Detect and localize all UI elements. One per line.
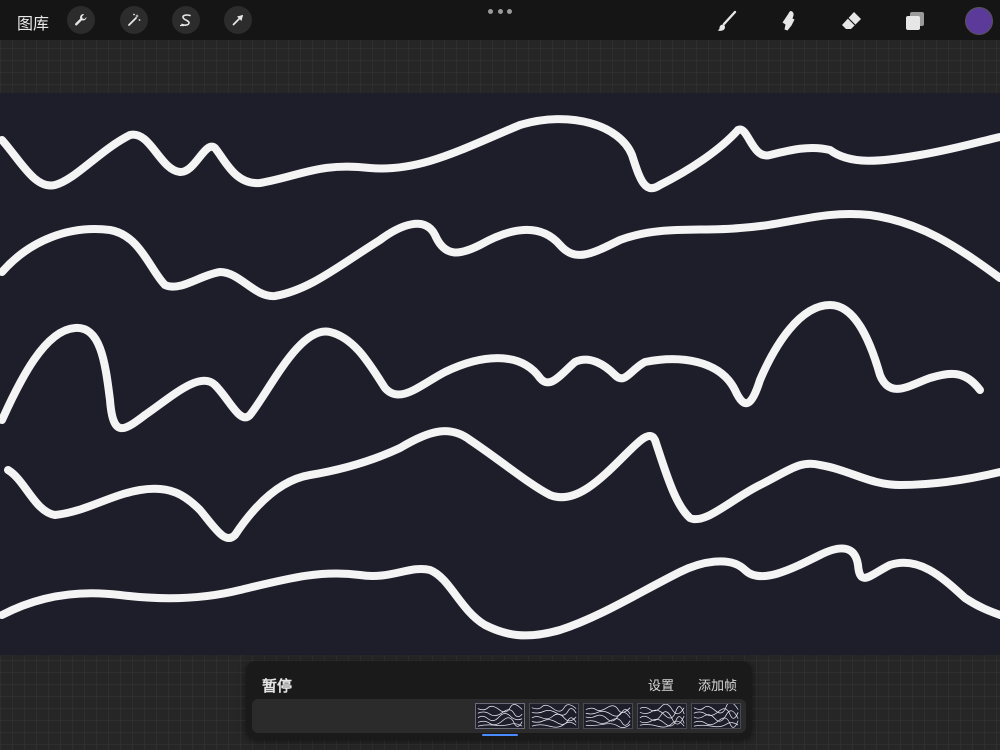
- current-frame-indicator: [482, 734, 518, 736]
- color-picker-button[interactable]: [965, 7, 993, 35]
- frame-thumbnail[interactable]: [637, 703, 687, 729]
- add-frame-button[interactable]: 添加帧: [698, 675, 737, 694]
- wavy-stroke: [0, 210, 1000, 301]
- wavy-stroke: [4, 427, 1000, 542]
- animation-assist-panel: 暂停 设置 添加帧: [246, 661, 752, 739]
- eraser-icon: [842, 12, 861, 29]
- dot-icon: [488, 8, 493, 14]
- frame-timeline[interactable]: [252, 699, 746, 733]
- more-options-button[interactable]: [488, 4, 512, 18]
- selection-button[interactable]: [172, 6, 200, 34]
- frame-preview: [477, 704, 523, 727]
- eraser-button[interactable]: [837, 6, 867, 36]
- smudge-icon: [782, 11, 795, 31]
- top-toolbar: 图库: [0, 0, 1000, 40]
- frame-thumbnail[interactable]: [475, 703, 525, 729]
- wrench-icon: [75, 14, 87, 26]
- frame-thumbnail[interactable]: [691, 703, 741, 729]
- pause-button[interactable]: 暂停: [262, 675, 292, 696]
- canvas-strokes: [0, 115, 1000, 640]
- frame-thumbnail[interactable]: [529, 703, 579, 729]
- smudge-button[interactable]: [774, 6, 804, 36]
- transform-button[interactable]: [224, 6, 252, 34]
- wavy-stroke: [0, 301, 984, 433]
- frame-preview: [693, 704, 739, 728]
- transform-arrow-icon: [232, 15, 243, 26]
- dot-icon: [497, 8, 503, 14]
- dot-icon: [507, 8, 512, 14]
- frame-preview: [639, 704, 685, 728]
- frame-preview: [531, 704, 577, 728]
- adjustments-button[interactable]: [120, 6, 148, 34]
- frame-thumbnail[interactable]: [583, 703, 633, 729]
- gallery-button[interactable]: 图库: [17, 10, 49, 34]
- wavy-stroke: [0, 115, 1000, 193]
- brush-button[interactable]: [712, 6, 742, 36]
- brush-icon: [717, 10, 737, 31]
- layers-button[interactable]: [900, 6, 930, 36]
- selection-s-icon: [180, 14, 191, 27]
- actions-button[interactable]: [67, 6, 95, 34]
- drawing-canvas[interactable]: [0, 93, 1000, 655]
- settings-button[interactable]: 设置: [648, 675, 674, 694]
- layers-icon: [906, 12, 924, 30]
- magic-wand-icon: [128, 13, 141, 26]
- wavy-stroke: [0, 544, 1000, 640]
- frame-preview: [585, 705, 631, 728]
